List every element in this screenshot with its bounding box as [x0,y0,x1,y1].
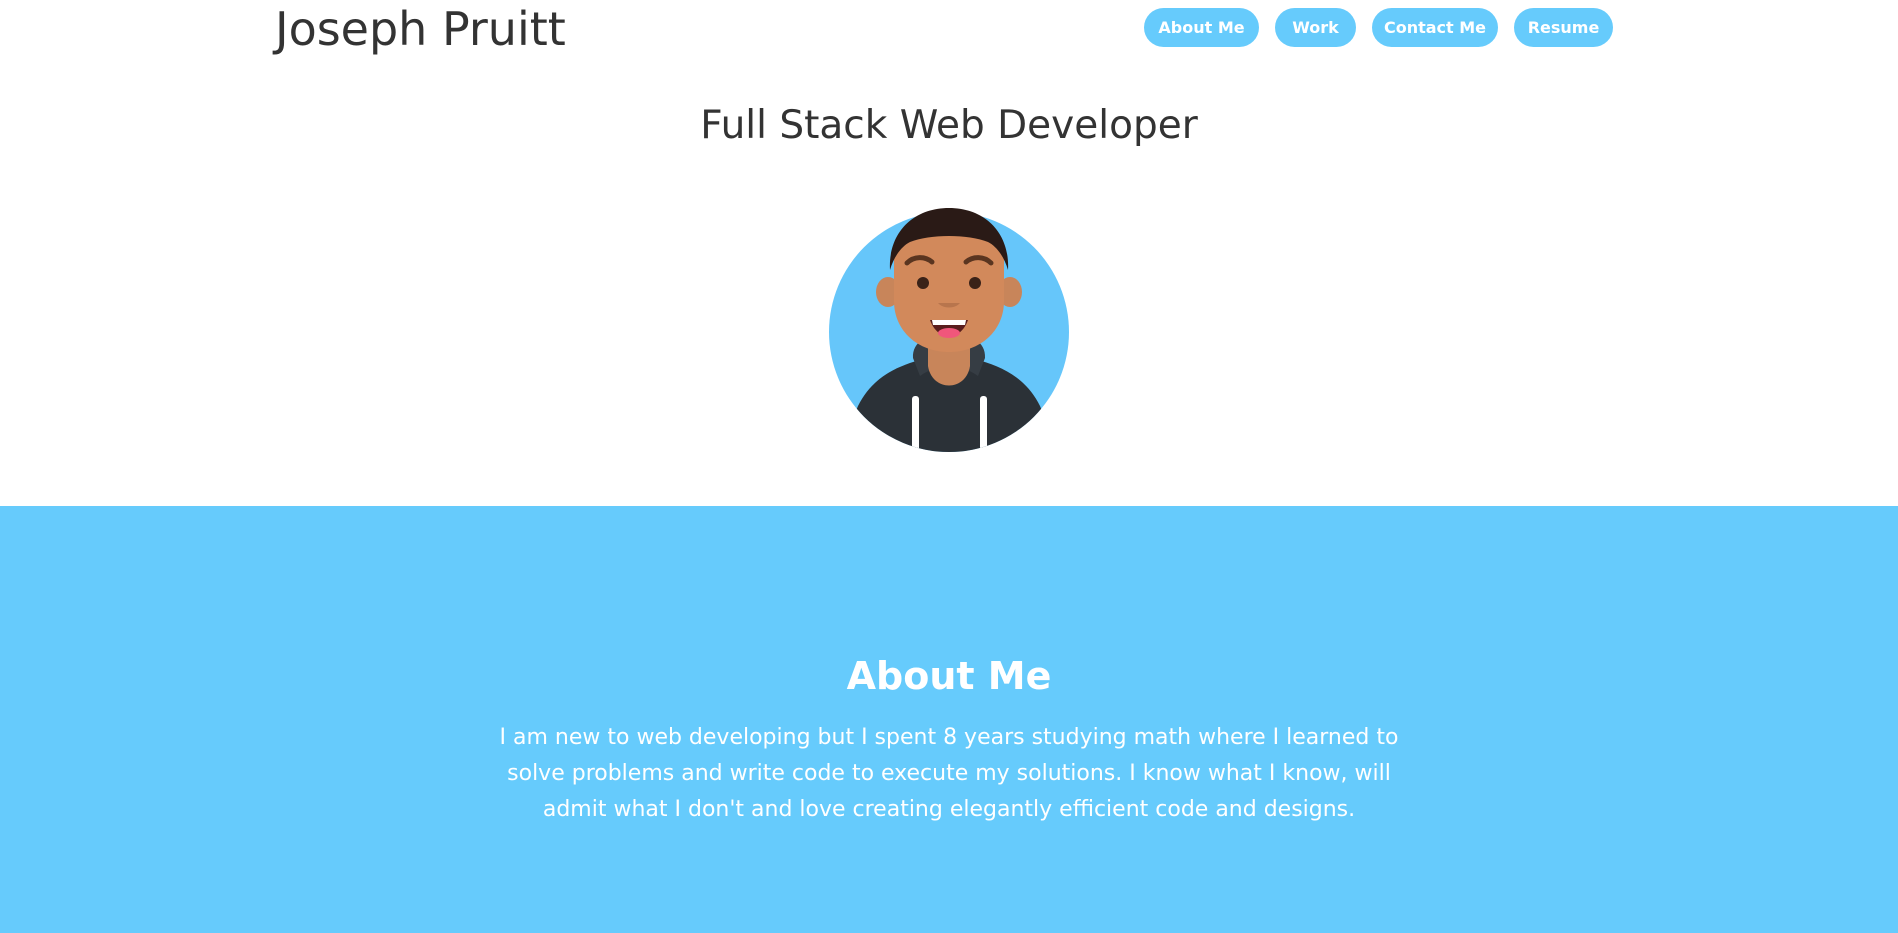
about-text: I am new to web developing but I spent 8… [499,725,1399,822]
site-header: Joseph Pruitt About Me Work Contact Me R… [0,0,1898,60]
about-section: About Me I am new to web developing but … [0,506,1898,933]
site-brand[interactable]: Joseph Pruitt [275,3,566,55]
page-subtitle: Full Stack Web Developer [700,103,1198,148]
avatar [828,206,1070,454]
nav-about-button[interactable]: About Me [1144,8,1259,47]
nav-contact-button[interactable]: Contact Me [1372,8,1498,47]
nav-work-button[interactable]: Work [1275,8,1356,47]
nav-resume-button[interactable]: Resume [1514,8,1613,47]
page: Joseph Pruitt About Me Work Contact Me R… [0,0,1898,933]
avatar-illustration-icon [829,208,1069,452]
about-title: About Me [846,654,1052,698]
